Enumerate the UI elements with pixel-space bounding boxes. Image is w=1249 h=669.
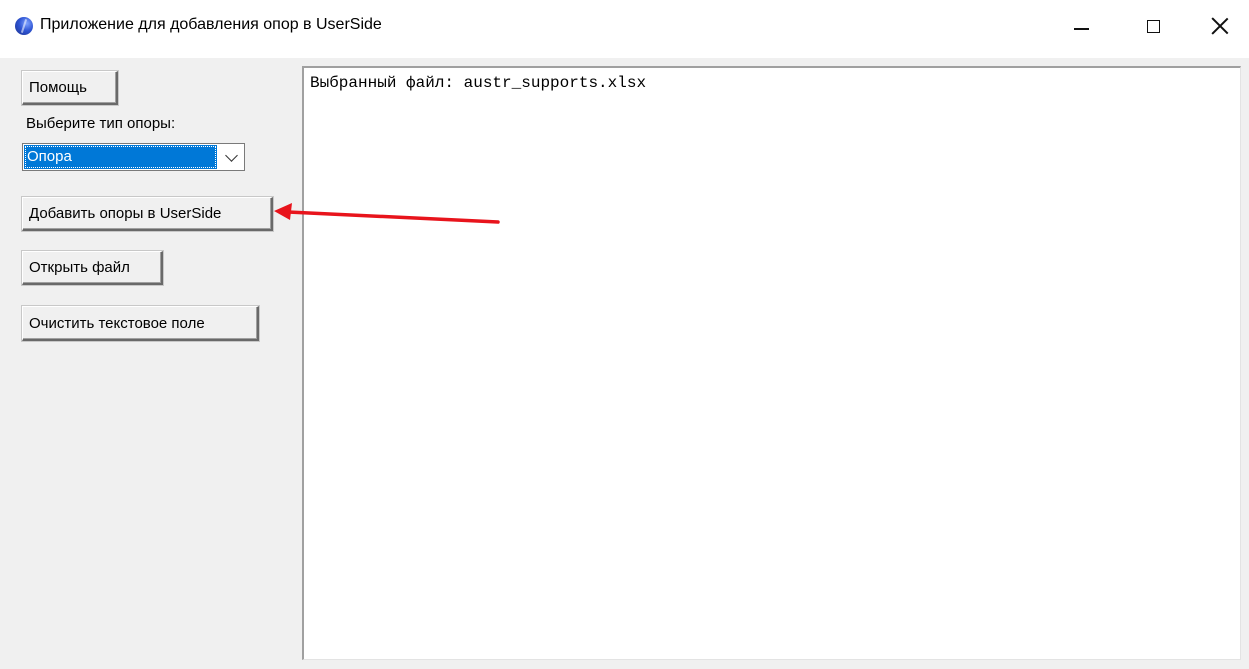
minimize-button[interactable] bbox=[1058, 0, 1104, 52]
app-window: Приложение для добавления опор в UserSid… bbox=[0, 0, 1249, 669]
add-supports-button[interactable]: Добавить опоры в UserSide bbox=[22, 197, 273, 231]
output-text: Выбранный файл: austr_supports.xlsx bbox=[310, 74, 647, 92]
support-type-selected-value: Опора bbox=[24, 145, 217, 169]
support-type-select[interactable]: Опора bbox=[22, 143, 245, 171]
window-title: Приложение для добавления опор в UserSid… bbox=[40, 16, 382, 33]
output-text-area[interactable]: Выбранный файл: austr_supports.xlsx bbox=[302, 66, 1241, 660]
close-icon bbox=[1211, 17, 1229, 35]
annotation-arrow bbox=[274, 203, 500, 224]
annotation-arrow-line bbox=[286, 210, 500, 224]
title-bar: Приложение для добавления опор в UserSid… bbox=[0, 0, 1249, 58]
annotation-arrow-head bbox=[274, 203, 292, 220]
maximize-button[interactable] bbox=[1130, 0, 1176, 52]
help-button[interactable]: Помощь bbox=[22, 71, 118, 105]
clear-text-button[interactable]: Очистить текстовое поле bbox=[22, 306, 259, 341]
support-type-label: Выберите тип опоры: bbox=[26, 115, 176, 132]
open-file-button[interactable]: Открыть файл bbox=[22, 251, 163, 285]
app-logo-icon bbox=[15, 17, 33, 35]
close-button[interactable] bbox=[1197, 0, 1243, 52]
minimize-icon bbox=[1073, 28, 1089, 30]
dropdown-toggle[interactable] bbox=[220, 146, 242, 168]
maximize-icon bbox=[1146, 19, 1160, 33]
chevron-down-icon bbox=[224, 148, 238, 162]
